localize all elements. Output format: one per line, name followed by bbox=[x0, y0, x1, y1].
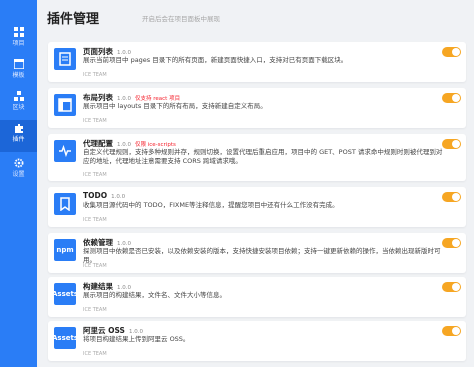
plugin-card-build-result: Assets 构建结果 1.0.0 展示项目的构建结果，文件名、文件大小等信息。 … bbox=[48, 277, 466, 317]
sidebar-item-label: 设置 bbox=[12, 171, 25, 178]
toggle-knob bbox=[452, 327, 460, 335]
dashboard-icon bbox=[13, 27, 24, 37]
plugin-author: ICE TEAM bbox=[83, 351, 107, 357]
plugin-card-aliyun-oss: Assets 阿里云 OSS 1.0.0 将项目构建结果上传到阿里云 OSS。 I… bbox=[48, 321, 466, 361]
plugin-description: 自定义代理规则，支持多种规则并存，规则切换，设置代理后重启应用，项目中的 GET… bbox=[83, 148, 443, 165]
sidebar-item-label: 插件 bbox=[12, 136, 25, 143]
plugin-author: ICE TEAM bbox=[83, 263, 107, 269]
sidebar-item-blocks[interactable]: 区块 bbox=[0, 88, 37, 120]
plugin-name: 代理配置 bbox=[83, 139, 113, 148]
plugin-description: 探测项目中依赖是否已安装，以及依赖安装的版本，支持快捷安装项目依赖；支持一键更新… bbox=[83, 247, 441, 264]
sidebar-item-settings[interactable]: 设置 bbox=[0, 155, 37, 187]
toggle-knob bbox=[452, 193, 460, 201]
toggle-knob bbox=[452, 48, 460, 56]
plugin-name: 页面列表 bbox=[83, 47, 113, 56]
oss-assets-icon: Assets bbox=[52, 327, 78, 349]
plugin-toggle[interactable] bbox=[442, 139, 461, 149]
toggle-knob bbox=[452, 283, 460, 291]
sidebar-item-plugins[interactable]: 插件 bbox=[0, 120, 37, 152]
page-header: 插件管理 开启后会在项目面板中展现 bbox=[37, 0, 474, 36]
plugin-author: ICE TEAM bbox=[83, 307, 107, 313]
plugin-card-pages: 页面列表 1.0.0 展示当前项目中 pages 目录下的所有页面，新建页面快捷入… bbox=[48, 42, 466, 82]
plugin-toggle[interactable] bbox=[442, 282, 461, 292]
sidebar-item-templates[interactable]: 模板 bbox=[0, 56, 37, 88]
plugin-description: 将项目构建结果上传到阿里云 OSS。 bbox=[83, 335, 190, 343]
plugin-version: 1.0.0 bbox=[111, 194, 126, 200]
plugin-name: 依赖管理 bbox=[83, 238, 113, 247]
plugin-title: TODO 1.0.0 bbox=[83, 191, 125, 200]
plugin-name: 构建结果 bbox=[83, 282, 113, 291]
plugin-name: 阿里云 OSS bbox=[83, 326, 125, 335]
plugin-author: ICE TEAM bbox=[83, 118, 107, 124]
sidebar-item-projects[interactable]: 项目 bbox=[0, 24, 37, 56]
plugin-description: 展示当前项目中 pages 目录下的所有页面，新建页面快捷入口，支持对已有页面下… bbox=[83, 56, 348, 64]
template-icon bbox=[13, 59, 24, 69]
plugin-name: TODO bbox=[83, 191, 108, 200]
toggle-knob bbox=[452, 140, 460, 148]
plugin-description: 展示项目的构建结果，文件名、文件大小等信息。 bbox=[83, 291, 226, 299]
assets-icon: Assets bbox=[52, 283, 78, 305]
blocks-icon bbox=[13, 91, 24, 101]
npm-icon: npm bbox=[54, 239, 76, 261]
page-list-icon bbox=[54, 48, 76, 70]
plugin-name: 布局列表 bbox=[83, 93, 113, 102]
toggle-knob bbox=[452, 94, 460, 102]
sidebar-item-label: 区块 bbox=[12, 104, 25, 111]
sidebar: 项目 模板 区块 插件 设置 bbox=[0, 0, 37, 367]
plugin-card-layouts: 布局列表 1.0.0 仅支持 react 项目 展示项目中 layouts 目录下的… bbox=[48, 88, 466, 128]
plugin-toggle[interactable] bbox=[442, 93, 461, 103]
plugin-author: ICE TEAM bbox=[83, 72, 107, 78]
plugin-description: 收集项目源代码中的 TODO，FIXME等注释信息，提醒您项目中还有什么工作没有… bbox=[83, 201, 339, 209]
page-subtitle: 开启后会在项目面板中展现 bbox=[142, 15, 220, 23]
gear-icon bbox=[14, 158, 23, 168]
plugin-toggle[interactable] bbox=[442, 326, 461, 336]
bookmark-icon bbox=[54, 193, 76, 215]
plugin-icon bbox=[14, 124, 23, 133]
page-title: 插件管理 bbox=[47, 12, 100, 27]
plugin-author: ICE TEAM bbox=[83, 172, 107, 178]
plugin-card-dependencies: npm 依赖管理 1.0.0 探测项目中依赖是否已安装，以及依赖安装的版本，支持快… bbox=[48, 233, 466, 273]
plugin-toggle[interactable] bbox=[442, 47, 461, 57]
plugin-toggle[interactable] bbox=[442, 192, 461, 202]
toggle-knob bbox=[452, 239, 460, 247]
plugin-author: ICE TEAM bbox=[83, 217, 107, 223]
sidebar-item-label: 项目 bbox=[12, 40, 25, 47]
layout-list-icon bbox=[54, 94, 76, 116]
plugin-card-todo: TODO 1.0.0 收集项目源代码中的 TODO，FIXME等注释信息，提醒您项… bbox=[48, 187, 466, 227]
sidebar-item-label: 模板 bbox=[12, 72, 25, 79]
plugin-card-proxy: 代理配置 1.0.0 仅限 ice-scripts 自定义代理规则，支持多种规则并存… bbox=[48, 134, 466, 181]
proxy-icon bbox=[54, 140, 76, 162]
plugin-description: 展示项目中 layouts 目录下的所有布局，支持新建自定义布局。 bbox=[83, 102, 267, 110]
plugin-toggle[interactable] bbox=[442, 238, 461, 248]
